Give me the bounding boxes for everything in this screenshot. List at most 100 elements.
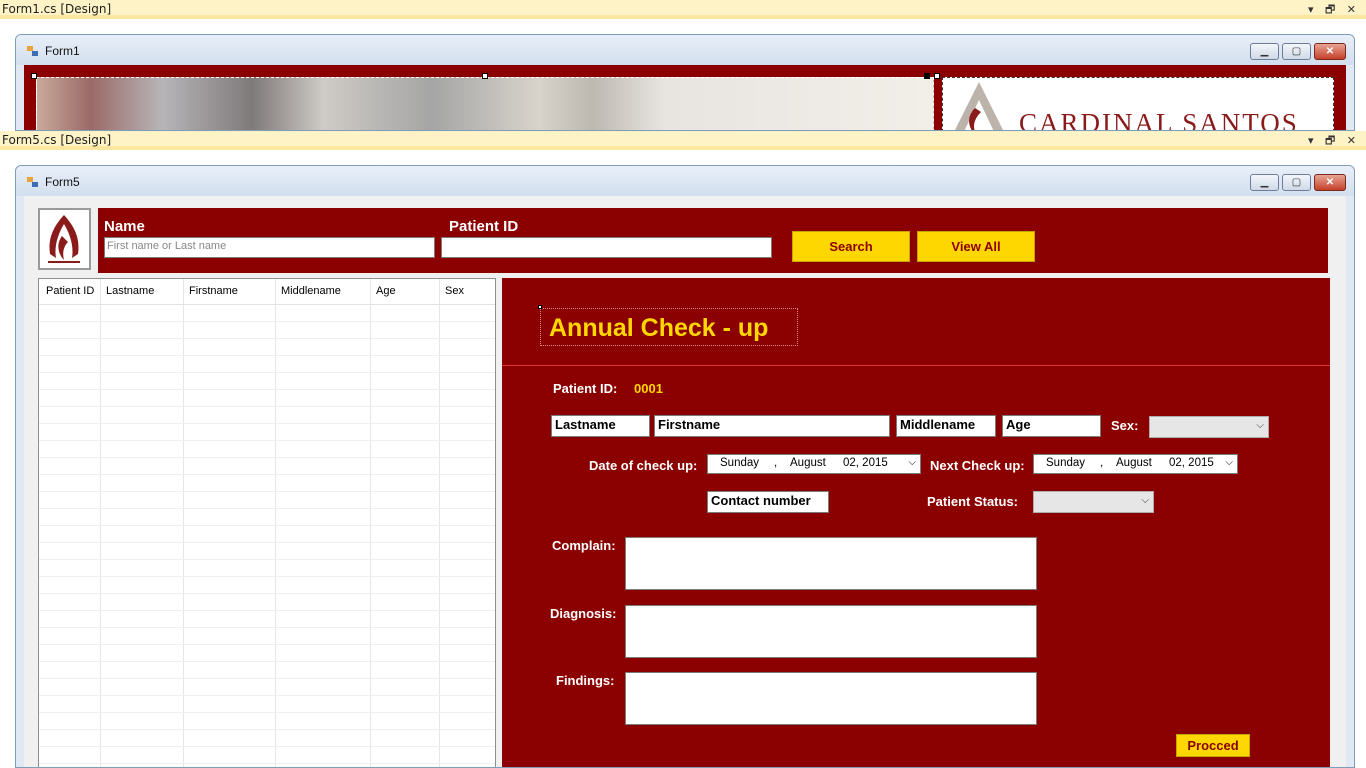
- brand-logo-box: CARDINAL SANTOS: [942, 77, 1334, 131]
- form5-tab-title: Form5.cs [Design]: [2, 133, 112, 147]
- grid-row-line: [39, 746, 495, 747]
- resize-handle[interactable]: [934, 73, 940, 79]
- form1-window: Form1 ▁ ▢ ✕ CARDINAL SANTOS: [15, 34, 1355, 131]
- date-value: 02, 2015: [843, 457, 888, 469]
- grid-row-line: [39, 542, 495, 543]
- form-icon: [27, 46, 39, 56]
- lastname-field[interactable]: Lastname: [551, 415, 650, 437]
- grid-row-line: [39, 440, 495, 441]
- date-month: August: [1116, 457, 1152, 469]
- grid-row-line: [39, 508, 495, 509]
- patient-id-field-label: Patient ID:: [553, 381, 618, 396]
- grid-row-line: [39, 559, 495, 560]
- page-title: Annual Check - up: [549, 314, 769, 342]
- date-separator: ,: [1100, 457, 1104, 469]
- column-header-patient-id[interactable]: Patient ID: [46, 285, 94, 297]
- grid-row-line: [39, 372, 495, 373]
- proceed-button[interactable]: Procced: [1176, 734, 1250, 757]
- diagnosis-label: Diagnosis:: [550, 606, 617, 621]
- date-separator: ,: [774, 457, 778, 469]
- complain-label: Complain:: [552, 538, 616, 553]
- patient-status-label: Patient Status:: [927, 494, 1019, 509]
- patient-status-dropdown[interactable]: ⌵: [1033, 491, 1154, 513]
- grid-row-line: [39, 423, 495, 424]
- resize-handle[interactable]: [482, 73, 488, 79]
- diagnosis-textarea[interactable]: [625, 605, 1037, 658]
- form5-client-area: Name Patient ID First name or Last name …: [24, 196, 1346, 767]
- date-of-checkup-picker[interactable]: Sunday , August 02, 2015 ⌵: [707, 454, 921, 474]
- form1-title: Form1: [45, 44, 80, 58]
- column-header-age[interactable]: Age: [376, 285, 396, 297]
- date-month: August: [790, 457, 826, 469]
- logo-picturebox: [38, 208, 91, 270]
- header-photo[interactable]: [36, 77, 934, 130]
- grid-row-line: [39, 389, 495, 390]
- grid-row-line: [39, 474, 495, 475]
- close-button[interactable]: ✕: [1314, 43, 1346, 60]
- column-header-sex[interactable]: Sex: [445, 285, 464, 297]
- form1-tab-title: Form1.cs [Design]: [2, 2, 112, 16]
- age-field[interactable]: Age: [1002, 415, 1101, 437]
- hospital-logo: [955, 82, 1003, 130]
- form5-designer-tab[interactable]: Form5.cs [Design] ▾ 🗗 ✕: [0, 131, 1366, 150]
- grid-row-line: [39, 661, 495, 662]
- chevron-down-icon: ⌵: [1256, 420, 1264, 431]
- date-day: Sunday: [720, 457, 760, 469]
- sex-label: Sex:: [1111, 418, 1139, 433]
- search-button[interactable]: Search: [792, 231, 910, 262]
- grid-row-line: [39, 406, 495, 407]
- grid-row-line: [39, 321, 495, 322]
- chevron-down-icon: ⌵: [908, 457, 916, 468]
- next-checkup-label: Next Check up:: [930, 458, 1025, 473]
- resize-handle[interactable]: [31, 73, 37, 79]
- form1-designer-tab[interactable]: Form1.cs [Design] ▾ 🗗 ✕: [0, 0, 1366, 19]
- grid-row-line: [39, 729, 495, 730]
- sex-dropdown[interactable]: ⌵: [1149, 416, 1269, 438]
- chevron-down-icon: ⌵: [1225, 457, 1233, 468]
- date-value: 02, 2015: [1169, 457, 1214, 469]
- maximize-button[interactable]: ▢: [1282, 174, 1311, 191]
- divider: [502, 365, 1330, 366]
- patient-id-input[interactable]: [441, 237, 772, 258]
- column-header-lastname[interactable]: Lastname: [106, 285, 154, 297]
- firstname-field[interactable]: Firstname: [654, 415, 890, 437]
- findings-label: Findings:: [556, 673, 615, 688]
- close-button[interactable]: ✕: [1314, 174, 1346, 191]
- minimize-button[interactable]: ▁: [1250, 43, 1279, 60]
- complain-textarea[interactable]: [625, 537, 1037, 590]
- minimize-button[interactable]: ▁: [1250, 174, 1279, 191]
- grid-row-line: [39, 644, 495, 645]
- name-search-input[interactable]: First name or Last name: [104, 237, 435, 258]
- grid-row-line: [39, 695, 495, 696]
- date-day: Sunday: [1046, 457, 1086, 469]
- next-checkup-picker[interactable]: Sunday , August 02, 2015 ⌵: [1033, 454, 1238, 474]
- grid-row-line: [39, 355, 495, 356]
- form1-header-panel: CARDINAL SANTOS: [24, 65, 1346, 131]
- column-header-middlename[interactable]: Middlename: [281, 285, 341, 297]
- grid-row-line: [39, 457, 495, 458]
- grid-row-line: [39, 627, 495, 628]
- name-label: Name: [104, 218, 145, 235]
- view-all-button[interactable]: View All: [917, 231, 1035, 262]
- patients-grid[interactable]: Patient ID Lastname Firstname Middlename…: [38, 278, 496, 767]
- grid-row-line: [39, 712, 495, 713]
- brand-text: CARDINAL SANTOS: [1019, 108, 1299, 131]
- findings-textarea[interactable]: [625, 672, 1037, 725]
- tab-controls[interactable]: ▾ 🗗 ✕: [1308, 1, 1360, 20]
- contact-number-field[interactable]: Contact number: [707, 491, 829, 513]
- title-label-box: Annual Check - up: [540, 308, 798, 346]
- tab-controls[interactable]: ▾ 🗗 ✕: [1308, 132, 1360, 151]
- resize-handle[interactable]: [538, 305, 542, 309]
- grid-row-line: [39, 678, 495, 679]
- smart-tag-handle[interactable]: [924, 73, 930, 79]
- grid-row-line: [39, 338, 495, 339]
- column-header-firstname[interactable]: Firstname: [189, 285, 238, 297]
- grid-row-line: [39, 525, 495, 526]
- form5-window: Form5 ▁ ▢ ✕ Name Patient ID First name o…: [15, 165, 1355, 768]
- maximize-button[interactable]: ▢: [1282, 43, 1311, 60]
- grid-row-line: [39, 610, 495, 611]
- middlename-field[interactable]: Middlename: [896, 415, 996, 437]
- form5-titlebar: Form5 ▁ ▢ ✕: [16, 166, 1354, 196]
- form-icon: [27, 177, 39, 187]
- hospital-logo: [48, 215, 80, 263]
